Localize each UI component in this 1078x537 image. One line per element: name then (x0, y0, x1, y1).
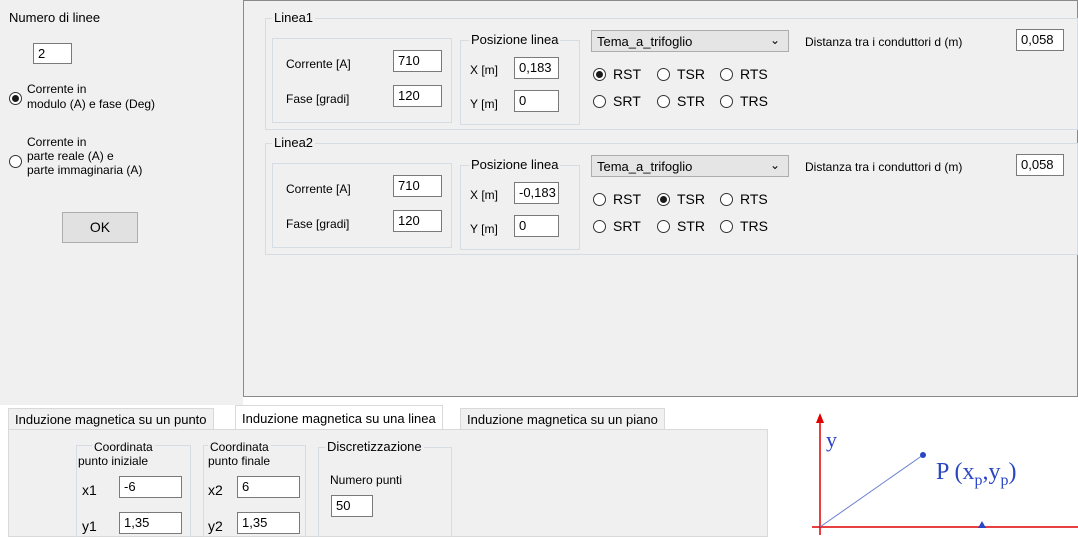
linea1-position-title: Posizione linea (469, 32, 561, 47)
linea1-config-select[interactable]: Tema_a_trifoglio ⌄ (591, 30, 789, 52)
ok-button[interactable]: OK (62, 212, 138, 243)
num-lines-input[interactable]: 2 (33, 43, 72, 64)
mode-modulo-label-2: modulo (A) e fase (Deg) (27, 97, 156, 111)
tab-piano[interactable]: Induzione magnetica su un piano (460, 408, 665, 429)
mode-reale-label-3: parte immaginaria (A) (27, 163, 143, 177)
linea1-y-label: Y [m] (470, 97, 498, 111)
linea1-phase-rts-label: RTS (740, 66, 768, 82)
linea2-fase-label: Fase [gradi] (286, 217, 350, 231)
linea2-config-value: Tema_a_trifoglio (597, 159, 693, 174)
linea1-y-input[interactable]: 0 (514, 90, 559, 112)
mode-modulo-label-1: Corrente in (27, 82, 87, 96)
point-label: P (xp,yp) (936, 459, 1016, 489)
linea1-dist-label: Distanza tra i conduttori d (m) (805, 35, 963, 49)
linea1-x-input[interactable]: 0,183 (514, 57, 559, 79)
x1-label: x1 (82, 482, 97, 498)
y1-label: y1 (82, 518, 97, 534)
linea2-x-input[interactable]: -0,183 (514, 182, 559, 204)
linea2-y-label: Y [m] (470, 222, 498, 236)
linea2-corrente-label: Corrente [A] (286, 182, 351, 196)
y1-input[interactable]: 1,35 (119, 512, 182, 534)
linea2-phase-str-radio[interactable] (657, 220, 670, 233)
start-point-title-2: punto iniziale (78, 454, 149, 468)
discretization-title: Discretizzazione (325, 439, 424, 454)
linea1-phase-rst-label: RST (613, 66, 641, 82)
discretization-group: Discretizzazione (318, 439, 452, 537)
linea1-phase-srt-radio[interactable] (593, 95, 606, 108)
linea1-phase-tsr-label: TSR (677, 66, 705, 82)
mode-reale-immag-radio[interactable] (9, 155, 22, 168)
num-points-input[interactable]: 50 (331, 495, 373, 517)
point-diagram: y P (xp,yp) (790, 397, 1078, 537)
linea2-phase-rts-label: RTS (740, 191, 768, 207)
mode-reale-label-2: parte reale (A) e (27, 149, 114, 163)
left-panel: Numero di linee 2 Corrente in modulo (A)… (0, 0, 243, 405)
linea2-phase-tsr-radio[interactable] (657, 193, 670, 206)
linea2-phase-srt-radio[interactable] (593, 220, 606, 233)
y-axis-arrow (816, 413, 824, 423)
linea1-title: Linea1 (272, 10, 316, 25)
mode-reale-label-1: Corrente in (27, 135, 87, 149)
diagram-svg: y P (xp,yp) (812, 413, 1078, 535)
linea2-dist-input[interactable]: 0,058 (1016, 154, 1064, 176)
linea1-corrente-label: Corrente [A] (286, 57, 351, 71)
linea2-phase-rst-label: RST (613, 191, 641, 207)
linea1-fase-input[interactable]: 120 (393, 85, 442, 107)
linea2-position-title: Posizione linea (469, 157, 561, 172)
mode-modulo-fase-radio[interactable] (9, 92, 22, 105)
y2-input[interactable]: 1,35 (237, 512, 300, 534)
linea2-phase-trs-radio[interactable] (720, 220, 733, 233)
tab-linea[interactable]: Induzione magnetica su una linea (235, 405, 443, 430)
linea1-dist-input[interactable]: 0,058 (1016, 29, 1064, 51)
linea1-phase-srt-label: SRT (613, 93, 641, 109)
chevron-down-icon: ⌄ (769, 158, 780, 172)
linea2-config-select[interactable]: Tema_a_trifoglio ⌄ (591, 155, 789, 177)
y2-label: y2 (208, 518, 223, 534)
start-point-title-1: Coordinata (92, 440, 155, 454)
linea1-phase-str-label: STR (677, 93, 705, 109)
linea1-phase-rts-radio[interactable] (720, 68, 733, 81)
linea1-position-box: Posizione linea (460, 32, 580, 125)
linea2-fase-input[interactable]: 120 (393, 210, 442, 232)
linea2-y-input[interactable]: 0 (514, 215, 559, 237)
linea1-config-value: Tema_a_trifoglio (597, 34, 693, 49)
x2-label: x2 (208, 482, 223, 498)
linea2-x-label: X [m] (470, 188, 499, 202)
linea1-x-label: X [m] (470, 63, 499, 77)
linea2-dist-label: Distanza tra i conduttori d (m) (805, 160, 963, 174)
linea2-position-box: Posizione linea (460, 157, 580, 250)
linea2-phase-tsr-label: TSR (677, 191, 705, 207)
linea1-phase-str-radio[interactable] (657, 95, 670, 108)
x2-input[interactable]: 6 (237, 476, 300, 498)
linea2-corrente-input[interactable]: 710 (393, 175, 442, 197)
x1-input[interactable]: -6 (119, 476, 182, 498)
linea2-phase-trs-label: TRS (740, 218, 768, 234)
linea2-phase-srt-label: SRT (613, 218, 641, 234)
point-marker (920, 452, 926, 458)
point-line (819, 454, 924, 528)
end-point-title-2: punto finale (208, 454, 271, 468)
tab-punto[interactable]: Induzione magnetica su un punto (8, 408, 214, 429)
linea1-corrente-input[interactable]: 710 (393, 50, 442, 72)
num-lines-label: Numero di linee (9, 10, 101, 25)
x-axis-marker (978, 521, 986, 528)
linea2-phase-rst-radio[interactable] (593, 193, 606, 206)
chevron-down-icon: ⌄ (769, 33, 780, 47)
end-point-title-1: Coordinata (208, 440, 271, 454)
y-axis-label: y (826, 427, 837, 452)
linea2-title: Linea2 (272, 135, 316, 150)
linea1-phase-trs-label: TRS (740, 93, 768, 109)
linea1-fase-label: Fase [gradi] (286, 92, 350, 106)
num-points-label: Numero punti (330, 473, 403, 487)
linea2-phase-rts-radio[interactable] (720, 193, 733, 206)
linea2-phase-str-label: STR (677, 218, 705, 234)
linea1-phase-rst-radio[interactable] (593, 68, 606, 81)
linea1-phase-trs-radio[interactable] (720, 95, 733, 108)
linea1-phase-tsr-radio[interactable] (657, 68, 670, 81)
